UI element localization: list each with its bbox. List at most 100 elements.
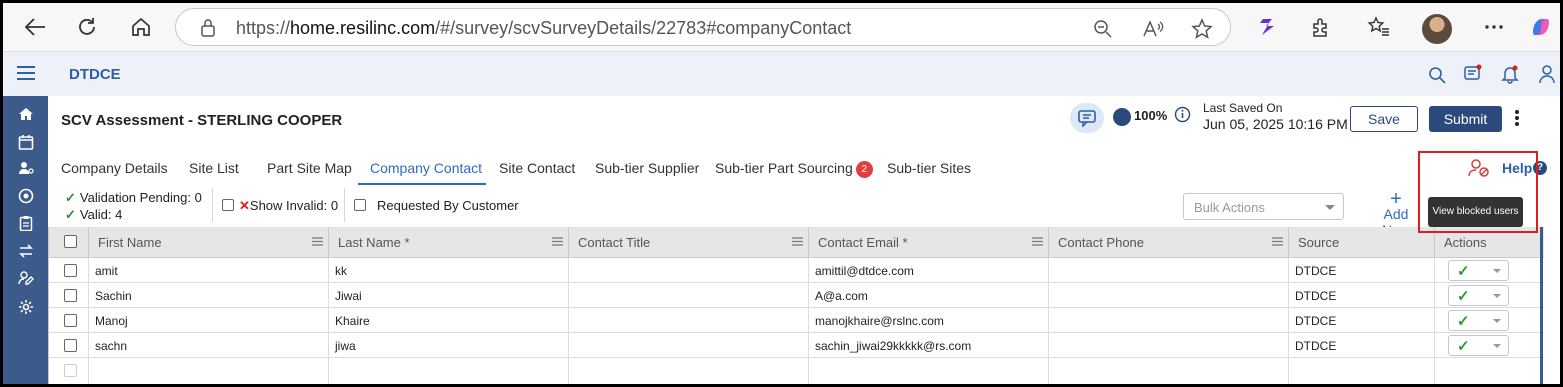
copilot-button[interactable] xyxy=(1525,11,1557,43)
column-header-contact-title[interactable]: Contact Title xyxy=(569,227,809,258)
nav-score[interactable] xyxy=(17,187,35,205)
cell-contact-email[interactable]: A@a.com xyxy=(809,283,1049,308)
cell-contact-email[interactable] xyxy=(809,358,1049,384)
cell-contact-title[interactable] xyxy=(569,358,809,384)
more-options-button[interactable] xyxy=(1514,109,1520,127)
cell-last-name[interactable]: kk xyxy=(329,258,569,283)
nav-users[interactable] xyxy=(17,159,35,177)
search-icon[interactable] xyxy=(1428,66,1446,84)
tab-sub-tier-sites[interactable]: Sub-tier Sites xyxy=(887,160,971,176)
cell-last-name[interactable] xyxy=(329,358,569,384)
select-all-checkbox[interactable] xyxy=(64,235,77,248)
cell-contact-title[interactable] xyxy=(569,308,809,333)
cell-contact-phone[interactable] xyxy=(1049,283,1289,308)
cell-contact-phone[interactable] xyxy=(1049,358,1289,384)
cell-last-name[interactable]: Khaire xyxy=(329,308,569,333)
nav-user-settings[interactable] xyxy=(17,269,35,287)
home-button[interactable] xyxy=(125,11,157,43)
cell-last-name[interactable]: jiwa xyxy=(329,333,569,358)
tab-sub-tier-part-sourcing[interactable]: Sub-tier Part Sourcing 2 xyxy=(715,160,873,178)
submit-button[interactable]: Submit xyxy=(1429,106,1502,132)
cell-contact-title[interactable] xyxy=(569,333,809,358)
cell-contact-email[interactable]: sachin_jiwai29kkkkk@rs.com xyxy=(809,333,1049,358)
comments-button[interactable] xyxy=(1070,103,1104,133)
last-saved-time: Jun 05, 2025 10:16 PM xyxy=(1203,116,1348,132)
cell-contact-title[interactable] xyxy=(569,258,809,283)
cell-contact-phone[interactable] xyxy=(1049,308,1289,333)
cell-first-name[interactable]: Manoj xyxy=(89,308,329,333)
extensions-button[interactable] xyxy=(1305,11,1337,43)
nav-clipboard[interactable] xyxy=(17,214,35,232)
tab-sub-tier-supplier[interactable]: Sub-tier Supplier xyxy=(595,160,699,176)
divider xyxy=(344,188,345,222)
notification-bell-icon[interactable] xyxy=(1500,64,1520,84)
row-action-select[interactable]: ✓ xyxy=(1448,310,1509,331)
nav-calendar[interactable] xyxy=(17,133,35,151)
row-action-select[interactable]: ✓ xyxy=(1448,260,1509,281)
cell-source: DTDCE xyxy=(1289,333,1435,358)
requested-by-customer-checkbox[interactable] xyxy=(354,199,366,211)
extension-button[interactable] xyxy=(1251,11,1283,43)
tab-site-contact[interactable]: Site Contact xyxy=(499,160,575,176)
show-invalid-checkbox[interactable] xyxy=(222,199,234,211)
column-menu-icon xyxy=(552,237,563,246)
divider xyxy=(212,188,213,222)
row-action-select[interactable]: ✓ xyxy=(1448,285,1509,306)
cell-source: DTDCE xyxy=(1289,283,1435,308)
save-button[interactable]: Save xyxy=(1350,106,1418,132)
tab-company-contact[interactable]: Company Contact xyxy=(370,160,482,176)
vertical-scrollbar[interactable] xyxy=(1540,227,1543,384)
zoom-out-icon[interactable] xyxy=(1093,19,1113,39)
cell-contact-phone[interactable] xyxy=(1049,258,1289,283)
tab-company-details[interactable]: Company Details xyxy=(61,160,168,176)
row-checkbox[interactable] xyxy=(64,339,77,352)
info-icon xyxy=(1174,106,1191,123)
cell-contact-title[interactable] xyxy=(569,283,809,308)
reload-button[interactable] xyxy=(71,11,103,43)
row-checkbox[interactable] xyxy=(64,289,77,302)
cell-first-name[interactable]: Sachin xyxy=(89,283,329,308)
column-header-last-name[interactable]: Last Name * xyxy=(329,227,569,258)
grid-header-row: First Name Last Name * Contact Title Con… xyxy=(49,227,1544,258)
grid-toolbar: ✓ Validation Pending: 0 ✓ Valid: 4 ✕Show I… xyxy=(48,186,1560,238)
cell-first-name[interactable]: amit xyxy=(89,258,329,283)
show-invalid-label: ✕Show Invalid: 0 xyxy=(239,198,339,213)
user-profile-icon[interactable] xyxy=(1539,64,1555,84)
tab-site-list[interactable]: Site List xyxy=(189,160,239,176)
home-icon xyxy=(19,108,33,120)
row-checkbox[interactable] xyxy=(64,314,77,327)
section-tabs: Company Details Site List Part Site Map … xyxy=(48,148,1560,186)
favorite-star-icon[interactable] xyxy=(1191,18,1213,40)
row-checkbox[interactable] xyxy=(64,264,77,277)
cell-first-name[interactable]: sachn xyxy=(89,333,329,358)
nav-home[interactable] xyxy=(17,105,35,123)
read-aloud-icon[interactable] xyxy=(1142,19,1164,39)
feedback-icon[interactable] xyxy=(1463,64,1483,84)
column-header-contact-email[interactable]: Contact Email * xyxy=(809,227,1049,258)
column-header-first-name[interactable]: First Name xyxy=(89,227,329,258)
info-button[interactable] xyxy=(1174,106,1191,123)
favorites-button[interactable] xyxy=(1363,11,1395,43)
column-header-contact-phone[interactable]: Contact Phone xyxy=(1049,227,1289,258)
column-header-source[interactable]: Source xyxy=(1289,227,1435,258)
nav-transfer[interactable] xyxy=(17,242,35,260)
cell-source: DTDCE xyxy=(1289,258,1435,283)
requested-by-customer-label: Requested By Customer xyxy=(377,198,519,213)
cell-contact-email[interactable]: manojkhaire@rslnc.com xyxy=(809,308,1049,333)
cell-last-name[interactable]: Jiwai xyxy=(329,283,569,308)
back-button[interactable] xyxy=(19,11,51,43)
progress-indicator xyxy=(1113,108,1131,126)
cell-contact-phone[interactable] xyxy=(1049,333,1289,358)
row-action-select[interactable]: ✓ xyxy=(1448,335,1509,356)
copilot-icon xyxy=(1533,19,1549,35)
nav-settings[interactable] xyxy=(17,298,35,316)
profile-avatar[interactable] xyxy=(1422,14,1452,44)
cell-contact-email[interactable]: amittil@dtdce.com xyxy=(809,258,1049,283)
cell-first-name[interactable] xyxy=(89,358,329,384)
address-bar[interactable]: https://home.resilinc.com/#/survey/scvSu… xyxy=(175,8,1231,46)
tab-part-site-map[interactable]: Part Site Map xyxy=(267,160,352,176)
hamburger-menu-button[interactable] xyxy=(17,66,35,80)
more-menu-button[interactable] xyxy=(1478,11,1510,43)
bulk-actions-select[interactable]: Bulk Actions xyxy=(1183,193,1344,220)
row-checkbox[interactable] xyxy=(64,364,77,377)
